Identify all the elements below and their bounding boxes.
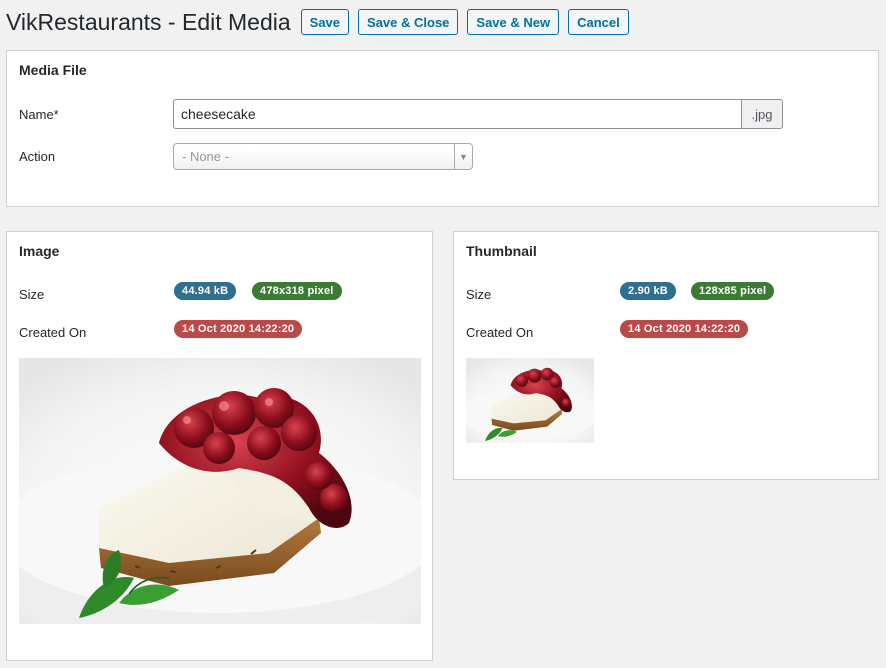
thumbnail-size-label: Size bbox=[466, 287, 492, 302]
cheesecake-thumbnail-illustration bbox=[466, 358, 594, 443]
image-created-label: Created On bbox=[19, 325, 87, 340]
action-select[interactable]: - None - ▼ bbox=[173, 143, 473, 170]
save-new-button[interactable]: Save & New bbox=[467, 9, 560, 35]
cheesecake-illustration bbox=[19, 358, 421, 624]
image-created-badge: 14 Oct 2020 14:22:20 bbox=[174, 320, 303, 338]
media-file-panel: Media File Name* .jpg Action - None - ▼ bbox=[6, 50, 879, 207]
media-file-title: Media File bbox=[19, 62, 87, 78]
image-size-label: Size bbox=[19, 287, 45, 302]
extension-addon: .jpg bbox=[741, 99, 783, 129]
image-title: Image bbox=[19, 243, 60, 259]
thumbnail-size-badge: 2.90 kB bbox=[620, 282, 676, 300]
action-label: Action bbox=[19, 149, 56, 164]
page-header: VikRestaurants - Edit Media Save Save & … bbox=[6, 8, 638, 36]
thumbnail-title: Thumbnail bbox=[466, 243, 537, 259]
name-input[interactable] bbox=[173, 99, 741, 129]
page-title: VikRestaurants - Edit Media bbox=[6, 8, 291, 35]
thumbnail-created-badge: 14 Oct 2020 14:22:20 bbox=[620, 320, 749, 338]
chevron-down-icon: ▼ bbox=[454, 144, 472, 169]
save-button[interactable]: Save bbox=[300, 9, 350, 35]
cheesecake-thumbnail bbox=[466, 358, 594, 443]
name-label: Name* bbox=[19, 107, 59, 122]
thumbnail-dimensions-badge: 128x85 pixel bbox=[691, 282, 775, 300]
save-close-button[interactable]: Save & Close bbox=[358, 9, 459, 35]
thumbnail-panel: Thumbnail Size 2.90 kB 128x85 pixel Crea… bbox=[453, 231, 879, 480]
cheesecake-image bbox=[19, 358, 421, 624]
thumbnail-created-label: Created On bbox=[466, 325, 534, 340]
image-panel: Image Size 44.94 kB 478x318 pixel Create… bbox=[6, 231, 433, 661]
action-select-value: - None - bbox=[182, 149, 229, 164]
cancel-button[interactable]: Cancel bbox=[568, 9, 629, 35]
image-size-badge: 44.94 kB bbox=[174, 282, 237, 300]
image-dimensions-badge: 478x318 pixel bbox=[252, 282, 342, 300]
